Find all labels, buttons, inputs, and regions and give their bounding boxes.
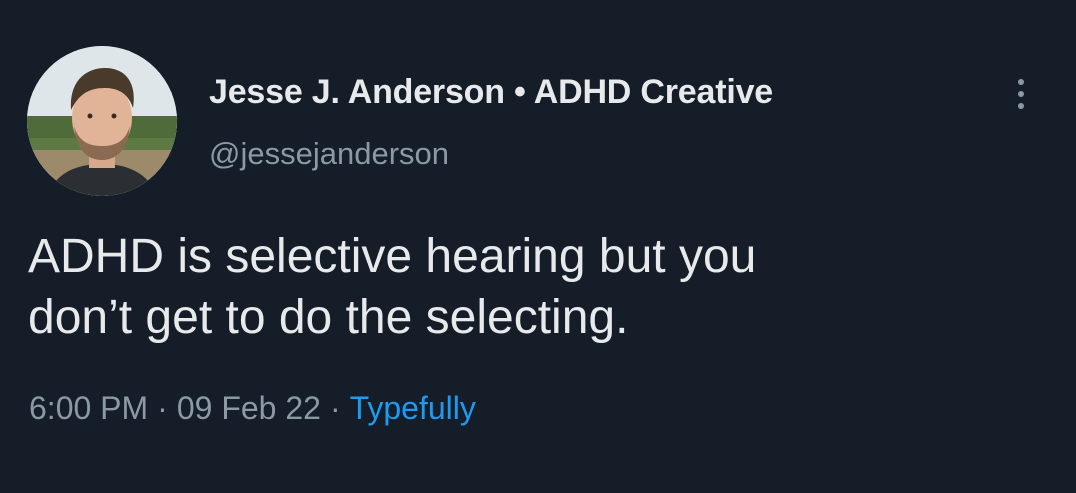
meta-separator: ·	[329, 390, 341, 426]
meta-separator: ·	[157, 390, 168, 426]
more-vertical-icon	[1018, 79, 1024, 85]
tweet-text-line: don’t get to do the selecting.	[28, 291, 629, 344]
tweet-source-link[interactable]: Typefully	[350, 390, 476, 426]
avatar-photo	[27, 46, 177, 196]
tweet-text-line: ADHD is selective hearing but you	[28, 230, 757, 283]
tweet-date[interactable]: 09 Feb 22	[177, 390, 321, 426]
tweet-card: Jesse J. Anderson • ADHD Creative @jesse…	[0, 0, 1076, 493]
more-vertical-icon-dot	[1018, 91, 1024, 97]
tweet-meta: 6:00 PM · 09 Feb 22 · Typefully	[29, 390, 476, 427]
tweet-time[interactable]: 6:00 PM	[29, 390, 148, 426]
author-handle[interactable]: @jessejanderson	[209, 136, 449, 172]
more-options-button[interactable]	[1006, 70, 1036, 118]
avatar[interactable]	[27, 46, 177, 196]
author-display-name[interactable]: Jesse J. Anderson • ADHD Creative	[209, 73, 773, 112]
more-vertical-icon-dot	[1018, 103, 1024, 109]
tweet-text: ADHD is selective hearing but you don’t …	[28, 226, 1038, 348]
